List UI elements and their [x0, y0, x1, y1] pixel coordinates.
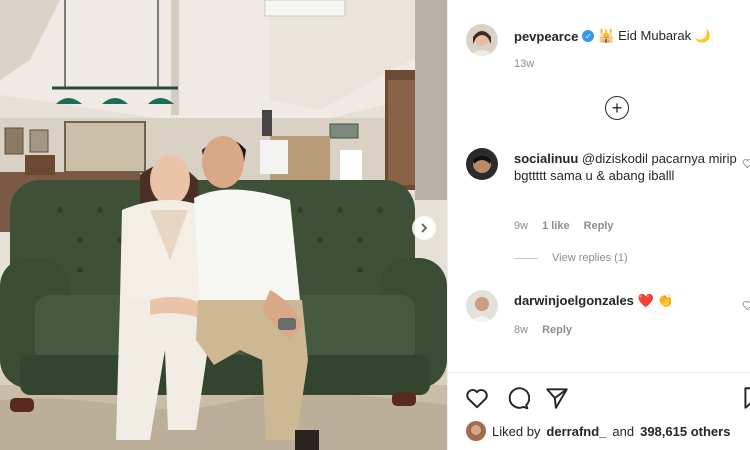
comment-username[interactable]: socialinuu	[514, 151, 578, 166]
comment-username[interactable]: darwinjoelgonzales	[514, 293, 634, 308]
owner-avatar-image	[466, 24, 498, 56]
action-bar: Liked by derrafnd_ and 398,615 others	[448, 372, 750, 450]
comment-body: socialinuu @diziskodil pacarnya mirip bg…	[514, 150, 739, 184]
comment-body: darwinjoelgonzales ❤️ 👏	[514, 292, 739, 309]
post-username[interactable]: pevpearce	[514, 29, 578, 44]
post-side-panel: pevpearce ✓ 🕌 Eid Mubarak 🌙 13w + social…	[447, 0, 750, 450]
liker-avatar-image	[466, 421, 486, 441]
liked-by: Liked by derrafnd_ and 398,615 others	[466, 421, 730, 441]
comment-meta: 9w 1 like Reply	[514, 220, 614, 232]
liked-by-user[interactable]: derrafnd_	[546, 424, 606, 439]
carousel-next-button[interactable]	[412, 216, 436, 240]
comment-bubble-icon[interactable]	[504, 385, 530, 411]
photo-scene	[0, 0, 447, 450]
verified-badge-icon: ✓	[582, 30, 595, 42]
commenter-avatar-image	[466, 148, 498, 180]
comment-item: socialinuu @diziskodil pacarnya mirip bg…	[466, 148, 750, 268]
avatar[interactable]	[466, 290, 498, 322]
like-count[interactable]: 398,615 others	[640, 424, 730, 439]
heart-icon[interactable]	[464, 385, 490, 411]
post-time[interactable]: 13w	[514, 58, 534, 70]
comment-time[interactable]: 9w	[514, 220, 528, 232]
caption-text: 🕌 Eid Mubarak 🌙	[598, 28, 711, 43]
comment-item: darwinjoelgonzales ❤️ 👏 8w Reply	[466, 290, 750, 350]
heart-icon[interactable]	[742, 158, 750, 169]
liked-by-middle: and	[612, 423, 635, 439]
comment-text: ❤️ 👏	[637, 293, 674, 308]
caption-line: pevpearce ✓ 🕌 Eid Mubarak 🌙	[514, 28, 711, 44]
heart-icon[interactable]	[742, 300, 750, 311]
load-more-comments-button[interactable]: +	[605, 96, 629, 120]
comment-time[interactable]: 8w	[514, 324, 528, 336]
comment-meta: 8w Reply	[514, 324, 572, 336]
chevron-right-icon	[421, 223, 428, 233]
reply-button[interactable]: Reply	[542, 324, 572, 336]
avatar[interactable]	[466, 24, 498, 56]
paper-plane-icon[interactable]	[544, 385, 570, 411]
reply-button[interactable]: Reply	[584, 220, 614, 232]
plus-circle-icon: +	[611, 98, 623, 118]
bookmark-icon[interactable]	[740, 385, 750, 411]
replies-divider	[514, 257, 538, 259]
commenter-avatar-image	[466, 290, 498, 322]
view-replies-button[interactable]: View replies (1)	[514, 252, 628, 264]
post-photo	[0, 0, 447, 450]
avatar[interactable]	[466, 148, 498, 180]
comment-likes[interactable]: 1 like	[542, 220, 570, 232]
post-caption: pevpearce ✓ 🕌 Eid Mubarak 🌙 13w	[466, 24, 746, 84]
liked-by-prefix: Liked by	[492, 423, 541, 439]
avatar[interactable]	[466, 421, 486, 441]
view-replies-label: View replies (1)	[552, 252, 628, 264]
